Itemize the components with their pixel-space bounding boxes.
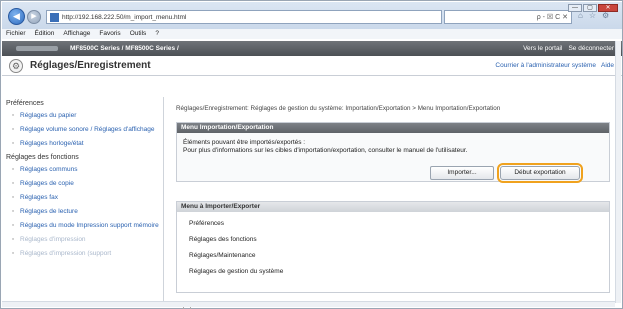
menu-view[interactable]: Affichage — [63, 29, 90, 39]
sidebar-item-label: Réglages communs — [20, 166, 78, 173]
bullet-icon: ▫ — [12, 194, 15, 201]
menu-help[interactable]: ? — [155, 29, 159, 39]
panel-title: Menu à Importer/Exporter — [177, 202, 609, 212]
bullet-icon: ▫ — [12, 166, 15, 173]
mail-admin-link[interactable]: Courrier à l'administrateur système — [495, 62, 596, 69]
menu-bar: Fichier Édition Affichage Favoris Outils… — [2, 29, 622, 39]
maximize-button[interactable]: ▢ — [583, 4, 597, 12]
bullet-icon: ▫ — [12, 250, 15, 257]
items-list: Préférences Réglages des fonctions Régla… — [177, 212, 609, 283]
bullet-icon: ▫ — [12, 180, 15, 187]
header-links: Vers le portail Se déconnecter — [523, 41, 614, 56]
bullet-icon: ▫ — [12, 126, 15, 133]
sidebar-item-label: Réglages d'impression (support — [20, 250, 112, 257]
bullet-icon: ▫ — [12, 208, 15, 215]
address-tools: ρ - ☒ C ✕ — [536, 14, 568, 21]
menu-tools[interactable]: Outils — [130, 29, 147, 39]
items-panel: Menu à Importer/Exporter Préférences Rég… — [176, 201, 610, 309]
menu-file[interactable]: Fichier — [6, 29, 26, 39]
bullet-icon: ▫ — [12, 236, 15, 243]
help-link[interactable]: Aide — [601, 62, 614, 69]
page-header: ⚙ Réglages/Enregistrement Courrier à l'a… — [2, 56, 622, 76]
sidebar-item-paper[interactable]: ▫ Réglages du papier — [2, 109, 163, 123]
settings-gear-icon: ⚙ — [9, 59, 23, 73]
message-line-2: Pour plus d'informations sur les cibles … — [183, 147, 468, 154]
bullet-icon: ▫ — [12, 140, 15, 147]
message-line-1: Éléments pouvant être importés/exportés … — [183, 139, 306, 146]
logout-link[interactable]: Se déconnecter — [568, 41, 614, 56]
device-model: MF8500C Series / MF8500C Series / — [70, 45, 179, 52]
address-text: http://192.168.222.50/m_import_menu.html — [62, 13, 187, 21]
sidebar-item-fax[interactable]: ▫ Réglages fax — [2, 191, 163, 205]
import-button[interactable]: Importer... — [430, 166, 494, 180]
horizontal-scrollbar[interactable] — [2, 301, 615, 307]
list-item: Préférences — [189, 220, 225, 227]
sidebar-item-label: Réglages fax — [20, 194, 58, 201]
import-export-panel: Menu Importation/Exportation Éléments po… — [176, 122, 610, 183]
browser-window: ◀ ▶ http://192.168.222.50/m_import_menu.… — [0, 0, 623, 309]
sidebar-item-clock[interactable]: ▫ Réglages horloge/état — [2, 137, 163, 151]
sidebar-item-label: Réglages d'impression — [20, 236, 86, 243]
sidebar-item-label: Réglages du mode Impression support mémo… — [20, 222, 159, 229]
bullet-icon: ▫ — [12, 112, 15, 119]
search-box[interactable]: ρ - ☒ C ✕ — [444, 10, 572, 24]
browser-tool-icons: ⌂ ☆ ⚙ — [578, 11, 609, 20]
sidebar-item-label: Réglages de copie — [20, 180, 74, 187]
minimize-button[interactable]: — — [568, 4, 582, 12]
page-header-links: Courrier à l'administrateur système Aide — [495, 62, 614, 69]
portal-link[interactable]: Vers le portail — [523, 41, 562, 56]
sidebar-section-preferences[interactable]: Préférences — [2, 97, 163, 109]
favicon-icon — [50, 12, 59, 22]
sidebar-section-functions[interactable]: Réglages des fonctions — [2, 151, 163, 163]
sidebar-item-label: Réglages de lecture — [20, 208, 78, 215]
sidebar-item-label: Réglage volume sonore / Réglages d'affic… — [20, 126, 155, 133]
home-icon[interactable]: ⌂ — [578, 11, 583, 20]
window-controls: — ▢ ✕ — [568, 4, 618, 12]
app-header: MF8500C Series / MF8500C Series / Vers l… — [2, 41, 622, 56]
sidebar-item-memory-print[interactable]: ▫ Réglages du mode Impression support mé… — [2, 219, 163, 233]
menu-favorites[interactable]: Favoris — [99, 29, 120, 39]
sidebar: Préférences ▫ Réglages du papier ▫ Régla… — [2, 97, 164, 303]
list-item: Réglages/Maintenance — [189, 252, 256, 259]
sidebar-item-scan[interactable]: ▫ Réglages de lecture — [2, 205, 163, 219]
forward-arrow-icon[interactable]: ▶ — [27, 10, 41, 24]
panel-title: Menu Importation/Exportation — [177, 123, 609, 133]
menu-edit[interactable]: Édition — [35, 29, 55, 39]
sidebar-item-common[interactable]: ▫ Réglages communs — [2, 163, 163, 177]
sidebar-item-print-media[interactable]: ▫ Réglages d'impression (support — [2, 247, 163, 261]
vertical-scrollbar[interactable] — [615, 41, 621, 303]
sidebar-item-volume-display[interactable]: ▫ Réglage volume sonore / Réglages d'aff… — [2, 123, 163, 137]
start-export-button[interactable]: Début exportation — [497, 163, 583, 183]
panel-message: Éléments pouvant être importés/exportés … — [177, 133, 609, 155]
bullet-icon: ▫ — [12, 222, 15, 229]
list-item: Réglages de gestion du système — [189, 268, 284, 275]
sidebar-item-label: Réglages du papier — [20, 112, 77, 119]
sidebar-item-label: Réglages horloge/état — [20, 140, 84, 147]
close-button[interactable]: ✕ — [598, 4, 618, 12]
gear-icon[interactable]: ⚙ — [602, 11, 609, 20]
favorites-icon[interactable]: ☆ — [589, 11, 596, 20]
sidebar-item-print[interactable]: ▫ Réglages d'impression — [2, 233, 163, 247]
sidebar-item-copy[interactable]: ▫ Réglages de copie — [2, 177, 163, 191]
address-bar[interactable]: http://192.168.222.50/m_import_menu.html — [46, 10, 442, 24]
main-content: Réglages/Enregistrement: Réglages de ges… — [166, 97, 616, 309]
back-arrow-icon[interactable]: ◀ — [8, 8, 25, 25]
breadcrumb: Réglages/Enregistrement: Réglages de ges… — [176, 105, 501, 112]
page-title: Réglages/Enregistrement — [30, 60, 151, 71]
list-item: Réglages des fonctions — [189, 236, 257, 243]
brand-logo — [16, 46, 58, 51]
